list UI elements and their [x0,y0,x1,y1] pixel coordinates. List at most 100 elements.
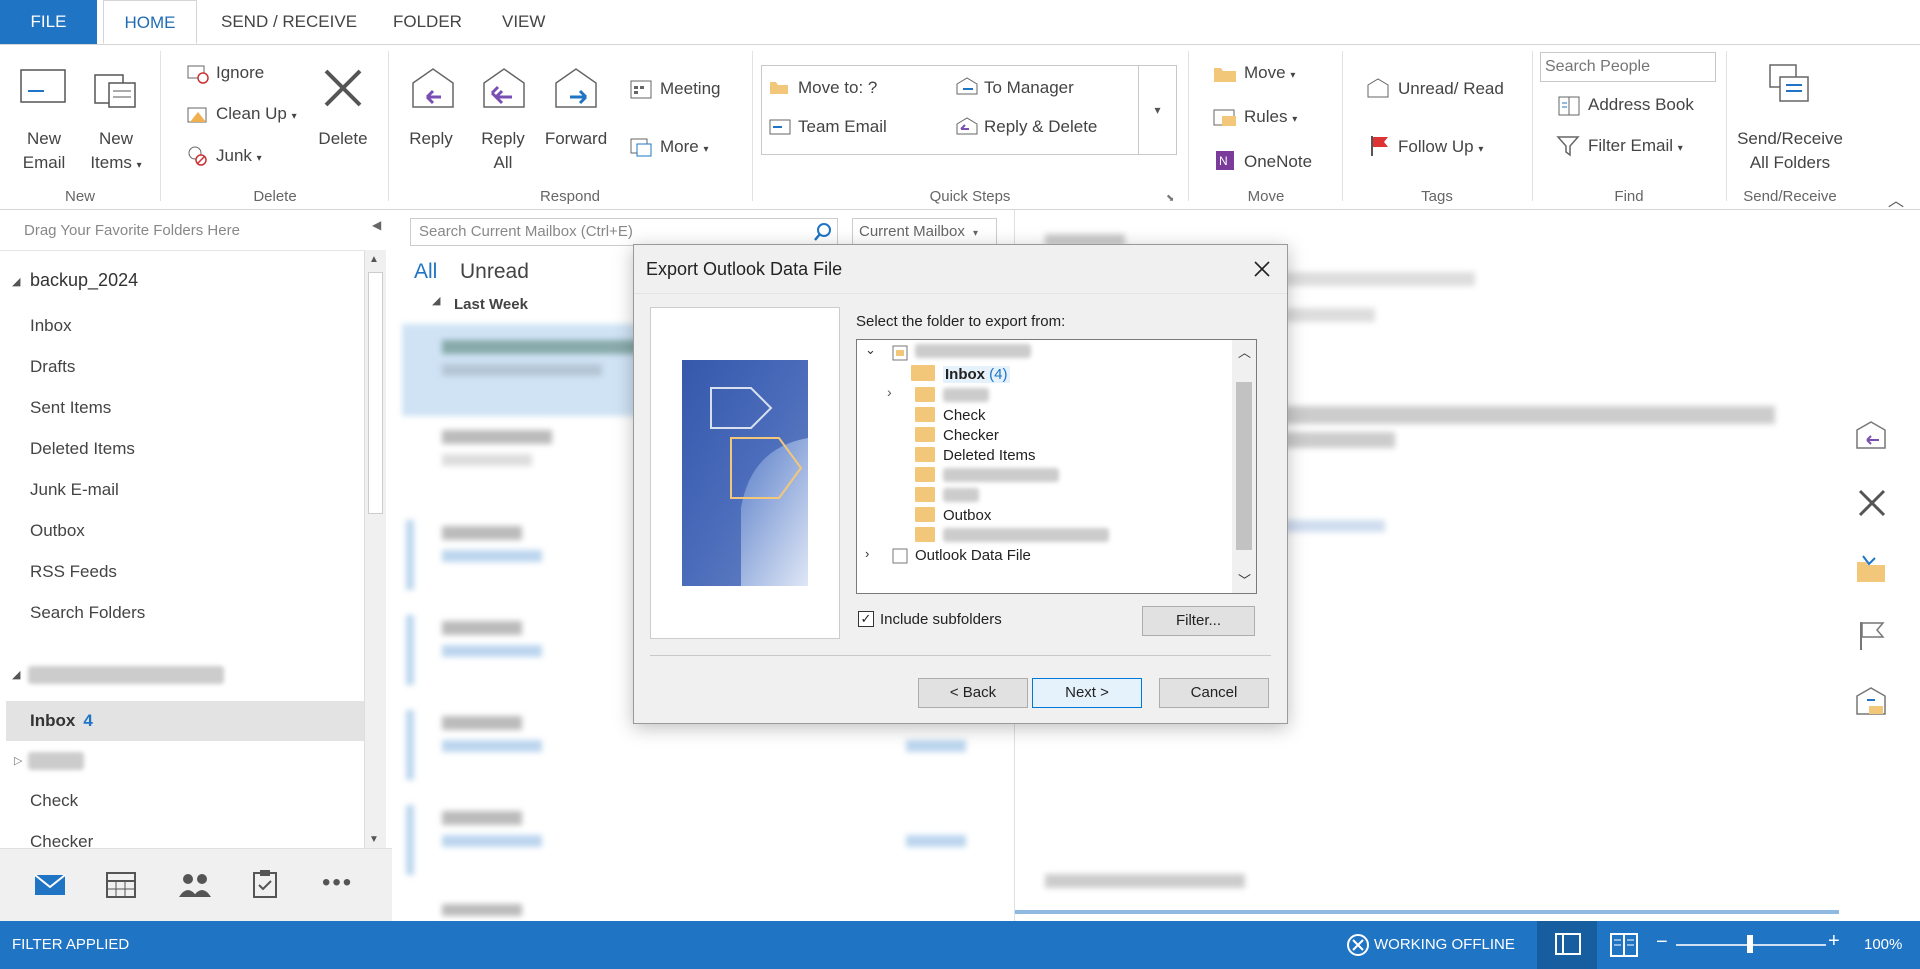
tree-item-outbox[interactable]: Outbox [943,507,991,524]
scrollbar-thumb[interactable] [1236,382,1252,550]
collapse-group-icon[interactable]: ◢ [432,294,440,307]
meeting-button[interactable]: Meeting [660,79,720,99]
group-label-respond: Respond [539,188,601,205]
tab-home[interactable]: HOME [103,0,197,44]
quick-steps-expand-button[interactable]: ▾ [1138,66,1176,154]
zoom-level[interactable]: 100% [1864,936,1902,953]
more-options-icon[interactable]: ••• [322,869,353,897]
junk-button[interactable]: Junk ▾ [216,146,262,166]
folder-search-folders[interactable]: Search Folders [30,603,145,623]
cancel-button[interactable]: Cancel [1159,678,1269,708]
tasks-icon[interactable] [252,869,278,899]
folder-outbox[interactable]: Outbox [30,521,85,541]
folder-deleted-items[interactable]: Deleted Items [30,439,135,459]
folder-rss-feeds[interactable]: RSS Feeds [30,562,117,582]
follow-up-button[interactable]: Follow Up ▾ [1398,137,1483,157]
scroll-down-icon[interactable]: ﹀ [1238,570,1251,589]
tab-send-receive[interactable]: SEND / RECEIVE [217,0,361,44]
reply-all-button[interactable]: Reply All [470,127,536,175]
tree-item-redacted[interactable] [943,468,1059,482]
search-mailbox-input[interactable]: Search Current Mailbox (Ctrl+E) [410,218,838,246]
filter-email-button[interactable]: Filter Email ▾ [1588,136,1683,156]
ignore-button[interactable]: Ignore [216,63,264,83]
tree-scrollbar[interactable]: ︿ ﹀ [1232,340,1256,593]
next-button[interactable]: Next > [1032,678,1142,708]
include-subfolders-checkbox[interactable]: ✓ [858,611,874,627]
search-scope-dropdown[interactable]: Current Mailbox ▾ [852,218,997,246]
scroll-down-icon[interactable]: ▼ [369,834,379,845]
dialog-launcher-icon[interactable]: ⬊ [1166,193,1174,204]
folder-drafts[interactable]: Drafts [30,357,75,377]
account-name[interactable]: backup_2024 [30,270,138,291]
search-icon[interactable] [813,222,833,242]
tab-view[interactable]: VIEW [498,0,549,44]
onenote-button[interactable]: OneNote [1244,152,1312,172]
tree-item-redacted[interactable] [943,528,1109,542]
collapse-icon[interactable]: ⌄ [865,342,876,358]
close-icon[interactable] [1246,253,1278,285]
normal-view-button[interactable] [1537,921,1597,969]
folder-inbox-selected[interactable]: Inbox 4 [6,701,364,741]
move-to-folder-icon[interactable] [1855,554,1887,584]
send-receive-all-button[interactable]: Send/Receive All Folders [1732,127,1848,175]
filter-button[interactable]: Filter... [1142,606,1255,636]
account-name-redacted[interactable] [28,666,224,684]
tree-item-outlook-data-file[interactable]: Outlook Data File [915,547,1031,564]
tree-item-redacted[interactable] [943,388,989,402]
tab-file[interactable]: FILE [0,0,97,44]
quick-step-reply-delete[interactable]: Reply & Delete [984,117,1097,137]
tree-item-checker[interactable]: Checker [943,427,999,444]
address-book-button[interactable]: Address Book [1588,95,1694,115]
tree-item-redacted[interactable] [943,488,979,502]
reply-button[interactable]: Reply [400,127,462,151]
folder-inbox[interactable]: Inbox [30,316,72,336]
rules-button[interactable]: Rules ▾ [1244,107,1297,127]
folder-tree[interactable]: ⌄ Inbox (4) › Check Checker Deleted Item… [856,339,1257,594]
reading-view-icon[interactable] [1610,933,1638,957]
clean-up-button[interactable]: Clean Up ▾ [216,104,297,124]
delete-button[interactable]: Delete [310,127,376,151]
tree-item-check[interactable]: Check [943,407,986,424]
quick-step-to-manager[interactable]: To Manager [984,78,1074,98]
scroll-up-icon[interactable]: ▲ [369,254,379,265]
expand-account-icon[interactable]: ◢ [12,668,20,681]
expand-folder-icon[interactable]: ▷ [14,754,22,767]
folder-pane-scrollbar[interactable]: ▲ ▼ [364,250,386,850]
zoom-slider-thumb[interactable] [1747,935,1753,953]
forward-button[interactable]: Forward [538,127,614,151]
scrollbar-thumb[interactable] [368,272,383,514]
tree-item-inbox[interactable]: Inbox (4) [943,366,1010,383]
collapse-pane-icon[interactable]: ◀ [372,218,381,232]
filter-unread[interactable]: Unread [460,260,529,284]
scroll-up-icon[interactable]: ︿ [1238,342,1251,361]
folder-sent-items[interactable]: Sent Items [30,398,111,418]
more-respond-button[interactable]: More ▾ [660,137,709,157]
tree-item-deleted-items[interactable]: Deleted Items [943,447,1036,464]
expand-icon[interactable]: › [887,384,892,400]
reply-icon[interactable] [1855,420,1887,450]
folder-check[interactable]: Check [30,791,78,811]
zoom-in-button[interactable]: + [1828,930,1840,953]
expand-icon[interactable]: › [865,546,869,561]
mail-icon[interactable] [34,873,66,897]
search-people-input[interactable] [1540,52,1716,82]
quick-step-move-to[interactable]: Move to: ? [798,78,877,98]
zoom-out-button[interactable]: − [1656,931,1668,954]
expand-account-icon[interactable]: ◢ [12,275,20,288]
back-button[interactable]: < Back [918,678,1028,708]
read-unread-icon[interactable] [1855,686,1887,718]
unread-read-button[interactable]: Unread/ Read [1398,79,1504,99]
delete-icon[interactable] [1857,488,1887,518]
people-icon[interactable] [178,871,212,899]
flag-icon[interactable] [1857,620,1887,652]
filter-all[interactable]: All [414,260,437,284]
new-items-button[interactable]: New Items ▾ [80,127,152,178]
calendar-icon[interactable] [106,871,136,899]
folder-redacted[interactable] [28,752,84,770]
quick-step-team-email[interactable]: Team Email [798,117,887,137]
folder-junk-email[interactable]: Junk E-mail [30,480,119,500]
tab-folder[interactable]: FOLDER [389,0,466,44]
collapse-ribbon-icon[interactable]: ︿ [1888,187,1904,211]
move-button[interactable]: Move ▾ [1244,63,1295,83]
new-email-button[interactable]: New Email [14,127,74,175]
